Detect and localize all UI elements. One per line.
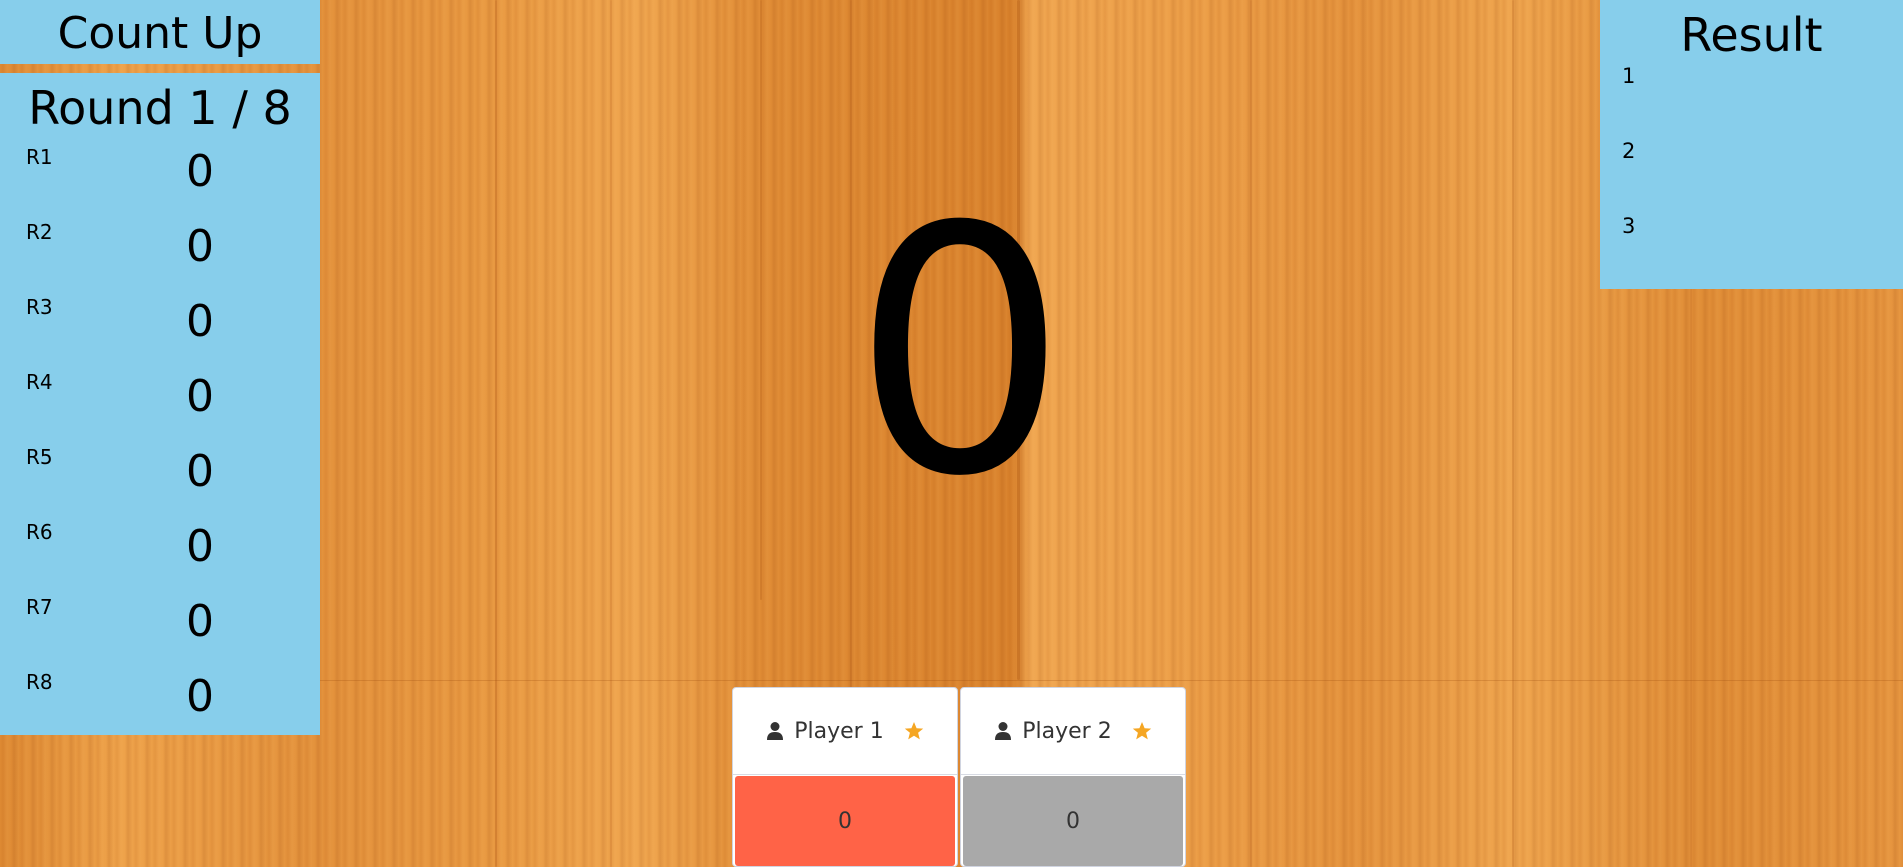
star-icon: [904, 722, 923, 740]
game-title: Count Up: [57, 8, 263, 59]
result-title: Result: [1680, 8, 1823, 62]
user-icon: [995, 722, 1012, 740]
result-row: 2: [1600, 139, 1903, 220]
player-header: Player 1: [733, 688, 957, 775]
player-card-2[interactable]: Player 2 0: [960, 687, 1186, 867]
round-label: R6: [26, 520, 53, 544]
player-header: Player 2: [961, 688, 1185, 775]
round-row: R8 0: [0, 670, 320, 745]
round-score: 0: [186, 671, 214, 722]
round-row: R7 0: [0, 595, 320, 670]
round-label: R2: [26, 220, 53, 244]
round-row: R4 0: [0, 370, 320, 445]
result-rank: 3: [1622, 214, 1636, 238]
star-icon: [1132, 722, 1151, 740]
game-title-panel: Count Up: [0, 0, 320, 64]
round-score: 0: [186, 521, 214, 572]
result-panel: Result 1 2 3: [1600, 0, 1903, 289]
user-icon: [767, 722, 784, 740]
result-rank: 1: [1622, 64, 1636, 88]
round-score: 0: [186, 146, 214, 197]
round-indicator: Round 1 / 8: [28, 81, 292, 135]
player-card-1[interactable]: Player 1 0: [732, 687, 958, 867]
round-row: R2 0: [0, 220, 320, 295]
round-row: R1 0: [0, 145, 320, 220]
player-name: Player 2: [1022, 718, 1112, 744]
player-score: 0: [735, 776, 955, 866]
round-label: R1: [26, 145, 53, 169]
round-label: R3: [26, 295, 53, 319]
round-label: R7: [26, 595, 53, 619]
round-label: R4: [26, 370, 53, 394]
round-label: R5: [26, 445, 53, 469]
round-score: 0: [186, 221, 214, 272]
result-rank: 2: [1622, 139, 1636, 163]
round-score: 0: [186, 296, 214, 347]
round-row: R3 0: [0, 295, 320, 370]
round-label: R8: [26, 670, 53, 694]
result-row: 1: [1600, 64, 1903, 145]
round-row: R5 0: [0, 445, 320, 520]
player-name: Player 1: [794, 718, 884, 744]
round-score: 0: [186, 596, 214, 647]
player-score: 0: [963, 776, 1183, 866]
round-score: 0: [186, 446, 214, 497]
result-row: 3: [1600, 214, 1903, 295]
round-list: R1 0 R2 0 R3 0 R4 0 R5 0 R6 0 R7 0 R8 0: [0, 145, 320, 745]
round-score-panel: Round 1 / 8 R1 0 R2 0 R3 0 R4 0 R5 0 R6 …: [0, 73, 320, 735]
current-score-display: 0: [851, 155, 1069, 551]
round-row: R6 0: [0, 520, 320, 595]
round-score: 0: [186, 371, 214, 422]
